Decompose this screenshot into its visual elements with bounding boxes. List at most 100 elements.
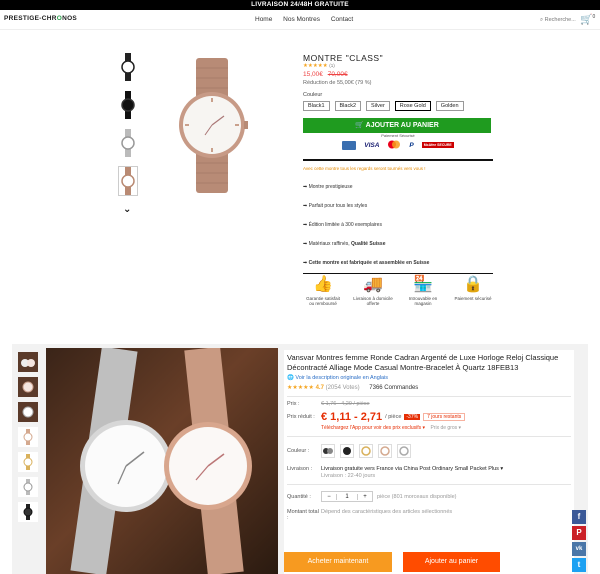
swatch-multi[interactable] [321,444,335,458]
buy-now-button[interactable]: Acheter maintenant [284,552,392,572]
original-price: € 1,76 - 4,29 / pièce [321,401,370,407]
color-option-silver[interactable]: Silver [366,101,390,111]
shipping-label: Livraison : [287,466,313,472]
thumbs-up-icon: 👍 [313,276,333,293]
badge-exclusive: 🏪 Introuvable en magasin [403,274,443,306]
rating-value: 4.7 [315,385,324,391]
thumbnail-black2[interactable] [118,90,138,120]
logo-text-c: NOS [62,15,78,22]
add-to-cart-button[interactable]: 🛒 AJOUTER AU PANIER [303,118,491,133]
search-placeholder: Recherche... [544,17,576,23]
badge-label: Livraison à domicile offerte [353,296,393,306]
action-buttons: Acheter maintenant Ajouter au panier [284,552,500,572]
badge-guarantee: 👍 Garantie satisfait ou remboursé [303,274,343,306]
total-row: Montant total : Dépend des caractéristiq… [287,509,571,521]
color-option-black2[interactable]: Black2 [334,101,362,111]
app-promo-link[interactable]: Téléchargez l'App pour voir des prix exc… [321,425,425,431]
lock-icon: 🔒 [463,276,483,293]
quantity-input[interactable]: 1 [336,493,358,500]
rating-votes[interactable]: (2054 Votes) [326,385,360,391]
delivery-delay: Livraison : 22-40 jours [321,473,376,479]
color-swatches [321,444,411,458]
thumbnail-silver[interactable] [118,128,138,158]
add-to-cart-button-2[interactable]: Ajouter au panier [403,552,500,572]
trust-badges: 👍 Garantie satisfait ou remboursé 🚚 Livr… [303,274,493,306]
promo-text: Avec cette montre tous les regards seron… [303,165,426,171]
reduced-price-label: Prix réduit : [287,414,315,420]
feature-item: ➡ Cette montre est fabriquée et assemblé… [303,259,430,266]
color-options: Black1 Black2 Silver Rose Gold Golden [303,101,493,111]
thumbnail[interactable] [18,452,38,472]
payment-methods: VISA P McAfee SECURE [303,139,493,151]
shipping-banner: LIVRAISON 24/48H GRATUITE [0,0,600,10]
thumbnail[interactable] [18,502,38,522]
divider [287,484,571,485]
logo-text-a: PRESTIGE-CHR [4,15,57,22]
price-row: Prix : € 1,76 - 4,29 / pièce [287,401,571,407]
color-option-golden[interactable]: Golden [435,101,464,111]
quantity-stepper[interactable]: − 1 + [321,491,373,502]
search-icon: ⌕ [540,17,544,23]
color-option-rose-gold[interactable]: Rose Gold [394,101,431,111]
price-unit: / pièce [385,414,402,420]
card-icon [342,140,357,150]
nav-item-home[interactable]: Home [255,16,272,23]
facebook-icon[interactable]: f [572,510,586,524]
badge-delivery: 🚚 Livraison à domicile offerte [353,274,393,306]
translate-icon: 🌐 [287,375,294,381]
pinterest-icon[interactable]: P [572,526,586,540]
swatch-rose-gold[interactable] [378,444,392,458]
listing-rating: ★★★★★ 4.7 (2054 Votes) 7366 Commandes [287,385,419,391]
logo[interactable]: PRESTIGE-CHRONOS [4,15,77,22]
current-price: 15,00€ [303,71,323,78]
reduced-price-row: Prix réduit : € 1,11 - 2,71 / pièce -37%… [287,411,571,423]
thumbnail[interactable] [18,427,38,447]
quantity-row: Quantité : − 1 + pièce (801 morceaux dis… [287,491,571,502]
chevron-down-icon[interactable]: ⌄ [123,204,131,215]
old-price: 70,00€ [327,71,348,78]
badge-label: Garantie satisfait ou remboursé [306,296,340,306]
thumbnail[interactable] [18,377,38,397]
feature-item: ➡ Parfait pour tous les styles [303,202,368,209]
badge-secure: 🔒 Paiement sécurisé [453,274,493,306]
product-main-image [172,58,252,193]
cart-add-icon: 🛒 [355,122,364,129]
listing-details: Vansvar Montres femme Ronde Cadran Argen… [284,350,574,574]
thumbnail[interactable] [18,477,38,497]
feature-item: ➡ Montre prestigieuse [303,183,353,190]
thumbnail-black1[interactable] [118,52,138,82]
color-option-black1[interactable]: Black1 [303,101,330,111]
mastercard-icon [387,140,401,151]
cart-icon[interactable]: 🛒0 [580,14,595,25]
thumbnail[interactable] [18,352,38,372]
search-field[interactable]: ⌕ Recherche... [540,17,576,24]
feature-item: ➡ Matériaux raffinés, Qualité Suisse [303,241,493,247]
listing-title: Vansvar Montres femme Ronde Cadran Argen… [287,353,559,372]
original-description-link[interactable]: 🌐 Voir la description originale en Angla… [287,375,571,381]
product-thumbnails [118,52,140,204]
add-to-cart-label: AJOUTER AU PANIER [365,122,439,129]
minus-button[interactable]: − [322,494,336,500]
nav-item-watches[interactable]: Nos Montres [283,16,320,23]
swatch-gold[interactable] [359,444,373,458]
plus-button[interactable]: + [358,494,372,500]
social-share-bar: f P vk t [572,510,586,574]
nav-item-contact[interactable]: Contact [331,16,353,23]
paypal-icon: P [409,141,414,149]
cart-count: 0 [592,14,596,20]
quantity-label: Quantité : [287,493,311,500]
bulk-price-link[interactable]: Prix de gros ▾ [430,425,461,431]
shipping-text[interactable]: Livraison gratuite vers France via China… [321,466,503,472]
feature-item: ➡ Édition limitée à 300 exemplaires [303,221,382,228]
color-row: Couleur : [287,444,571,458]
mcafee-icon: McAfee SECURE [421,142,454,148]
rating-stars: ★★★★★ (1) [303,63,335,69]
twitter-icon[interactable]: t [572,558,586,572]
thumbnail[interactable] [18,402,38,422]
swatch-silver[interactable] [397,444,411,458]
discount-badge: -37% [404,414,421,420]
vk-icon[interactable]: vk [572,542,586,556]
swatch-black[interactable] [340,444,354,458]
thumbnail-rose-gold[interactable] [118,166,138,196]
listing-thumbnails [18,352,40,527]
